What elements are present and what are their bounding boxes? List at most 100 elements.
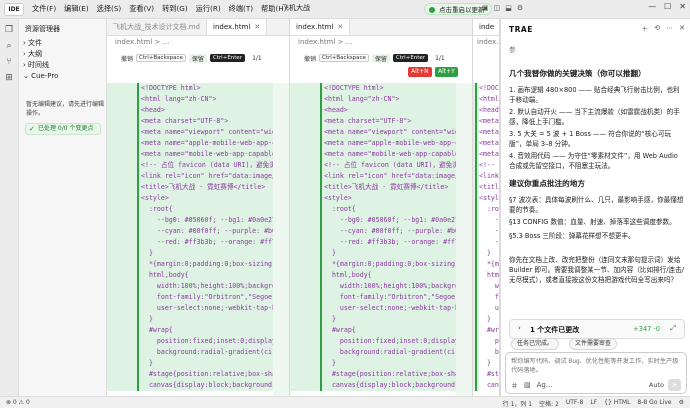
keep-shortcut: Ctrl+Enter (392, 54, 429, 62)
code-line: <meta name="apple-mobile-web-app-capable… (290, 138, 472, 149)
code-line: <title>飞机大战 · 霓虹赛博</title> (473, 182, 499, 193)
accept-flag[interactable]: Alt+Y (435, 67, 458, 77)
activity-bar: ❐ ⌕ ⑂ ⊞ (0, 19, 19, 396)
diff-counter: 1/1 (252, 54, 262, 62)
explorer-title: 资源管理器 (25, 25, 60, 33)
indentation[interactable]: 空格: 2 (539, 399, 559, 408)
code-line: *{margin:0;padding:0;box-sizing:border-b… (473, 259, 499, 270)
breadcrumb: index.html (477, 38, 499, 46)
explorer-section-outline[interactable]: › 大纲 (23, 49, 42, 59)
reject-flag[interactable]: Alt+N (408, 67, 432, 77)
source-control-icon[interactable]: ⑂ (0, 57, 18, 67)
code-line: #stage{position:relative;box-shadow:0 0 … (107, 369, 289, 380)
tab-index-html[interactable]: inde (473, 19, 499, 35)
explorer-section-files[interactable]: › 文件 (23, 38, 42, 48)
extensions-icon[interactable]: ⊞ (0, 73, 18, 83)
panel-toggle-icon[interactable]: ⬓ (505, 4, 512, 12)
close-tab-icon[interactable]: ✕ (337, 23, 343, 31)
menu-view[interactable]: 查看(V) (125, 4, 158, 14)
explorer-icon[interactable]: ❐ (0, 25, 18, 35)
decision-item: 4. 音效用代码 —— 为守住“零素材文件”，用 Web Audio 合成或先留… (509, 152, 678, 170)
keep-button[interactable]: 保留 (188, 53, 207, 63)
cue-pro-section[interactable]: ⌄ Cue-Pro (23, 72, 58, 80)
chat-panel: TRAE ＋ ⟲ ⋯ ✕ 参 几个我替你做的关键决策（你可以推翻） 1. 画布逻… (500, 19, 690, 396)
tab-index-html[interactable]: index.html ✕ (207, 19, 268, 35)
code-line: #wrap{ (290, 325, 472, 336)
menu-select[interactable]: 选择(S) (93, 4, 126, 14)
image-icon[interactable]: ▧ (524, 381, 531, 391)
code-line: } (473, 358, 491, 369)
code-view[interactable]: <!DOCTYPE html> <html lang="zh-CN"> <head>… (107, 83, 289, 396)
editor-pane-1: 飞机大战_技术设计文档.md index.html ✕ index.html > … (107, 19, 290, 396)
menu-edit[interactable]: 编辑(E) (60, 4, 93, 14)
code-view[interactable]: <!DOCTYPE html> <html lang="zh-CN"> <head>… (290, 83, 472, 396)
menu-file[interactable]: 文件(F) (28, 4, 60, 14)
new-chat-icon[interactable]: ＋ (641, 24, 648, 34)
tab-design-doc[interactable]: 飞机大战_技术设计文档.md (107, 19, 207, 35)
close-icon[interactable]: ✕ (679, 2, 686, 11)
problems-indicator[interactable]: ⊗ 0 ⚠ 0 (6, 399, 30, 406)
minimap[interactable] (456, 83, 472, 396)
ide-badge[interactable]: IDE (4, 2, 24, 16)
agent-selector[interactable]: Ag... (537, 381, 553, 391)
chat-closing: 你先在文档上改、改完把整份（连同文末那句提示词）发给 Builder 即可。需要… (509, 256, 684, 284)
code-line: <style> (107, 193, 289, 204)
notifications-icon[interactable]: ⚙ (679, 399, 684, 408)
menu-bar: 文件(F) 编辑(E) 选择(S) 查看(V) 转到(G) 运行(R) 终端(T… (28, 4, 290, 14)
code-line: <meta charset="UTF-8"> (107, 116, 289, 127)
layout-icon[interactable]: ▣ (482, 4, 489, 12)
cue-status-badge: 已处理 0/0 个变更点 (25, 123, 101, 135)
maximize-icon[interactable]: ☐ (664, 2, 671, 11)
explorer-section-timeline[interactable]: › 时间线 (23, 60, 49, 70)
encoding[interactable]: UTF-8 (566, 399, 584, 408)
send-button[interactable]: ➤ (668, 379, 681, 391)
language-mode[interactable]: {} HTML (604, 399, 630, 408)
cue-note: 暂无编辑建议，请先进行编辑操作。 (26, 101, 105, 117)
undo-button[interactable]: 撤销 (121, 54, 133, 63)
code-line: #stage{position:relative;box-shadow:0 0 … (473, 369, 499, 380)
chat-title: TRAE (509, 25, 533, 34)
code-line: } (473, 314, 491, 325)
tab-bar: inde (473, 19, 499, 36)
menu-goto[interactable]: 转到(G) (158, 4, 192, 14)
tab-bar: 飞机大战_技术设计文档.md index.html ✕ (107, 19, 289, 36)
code-line: background:radial-gradient(circle at 50%… (107, 347, 289, 358)
code-line: <meta name="viewport" content="width=dev… (473, 127, 499, 138)
close-tab-icon[interactable]: ✕ (254, 23, 260, 31)
code-line: <meta charset="UTF-8"> (473, 116, 499, 127)
minimize-icon[interactable]: — (648, 2, 656, 11)
settings-icon[interactable]: ⚙ (517, 4, 523, 12)
undo-button[interactable]: 撤销 (304, 54, 316, 63)
changed-files-summary[interactable]: › 1 个文件已更改 +347 -0 ⤢ (509, 319, 685, 339)
more-icon[interactable]: ⋯ (666, 24, 673, 34)
code-line: } (290, 314, 472, 325)
expand-icon[interactable]: ⤢ (670, 324, 676, 333)
review-files-pill[interactable]: 文件需要审查 (569, 338, 618, 350)
title-bar: IDE 文件(F) 编辑(E) 选择(S) 查看(V) 转到(G) 运行(R) … (0, 0, 690, 19)
chat-input-box[interactable]: ＃ ▧ Ag... Auto ➤ (505, 352, 687, 394)
code-line: --bg0: #05060f; --bg1: #0a0e27; (473, 215, 499, 226)
cursor-position[interactable]: 行 1，列 1 (503, 399, 532, 408)
code-line: <!-- 占位 favicon (data URI)，避免浏览器请求 --> (473, 160, 499, 171)
minimap[interactable] (273, 83, 289, 396)
task-done-pill[interactable]: 任务已完成。 (511, 338, 560, 350)
close-icon[interactable]: ✕ (679, 24, 685, 34)
code-line: --cyan: #00f0ff; --purple: #b026ff; (107, 226, 289, 237)
keep-button[interactable]: 保留 (371, 53, 390, 63)
sidebar-toggle-icon[interactable]: ◫ (494, 4, 501, 12)
code-line: } (107, 248, 289, 259)
history-icon[interactable]: ⟲ (654, 24, 660, 34)
line-ending[interactable]: LF (590, 399, 597, 408)
tab-index-html[interactable]: index.html ✕ (290, 19, 351, 35)
menu-run[interactable]: 运行(R) (192, 4, 225, 14)
chevron-right-icon: › (518, 324, 521, 332)
add-context-icon[interactable]: ＃ (511, 381, 518, 391)
go-live-button[interactable]: 8-8 Go Live (637, 399, 671, 408)
menu-terminal[interactable]: 终端(T) (225, 4, 257, 14)
model-selector[interactable]: Auto (649, 381, 664, 389)
code-line: --red: #ff3b3b; --orange: #ff7a18; (107, 237, 289, 248)
chat-input[interactable] (511, 357, 681, 375)
code-line: <html lang="zh-CN"> (107, 94, 289, 105)
tab-bar: index.html ✕ (290, 19, 472, 36)
search-icon[interactable]: ⌕ (0, 41, 18, 51)
